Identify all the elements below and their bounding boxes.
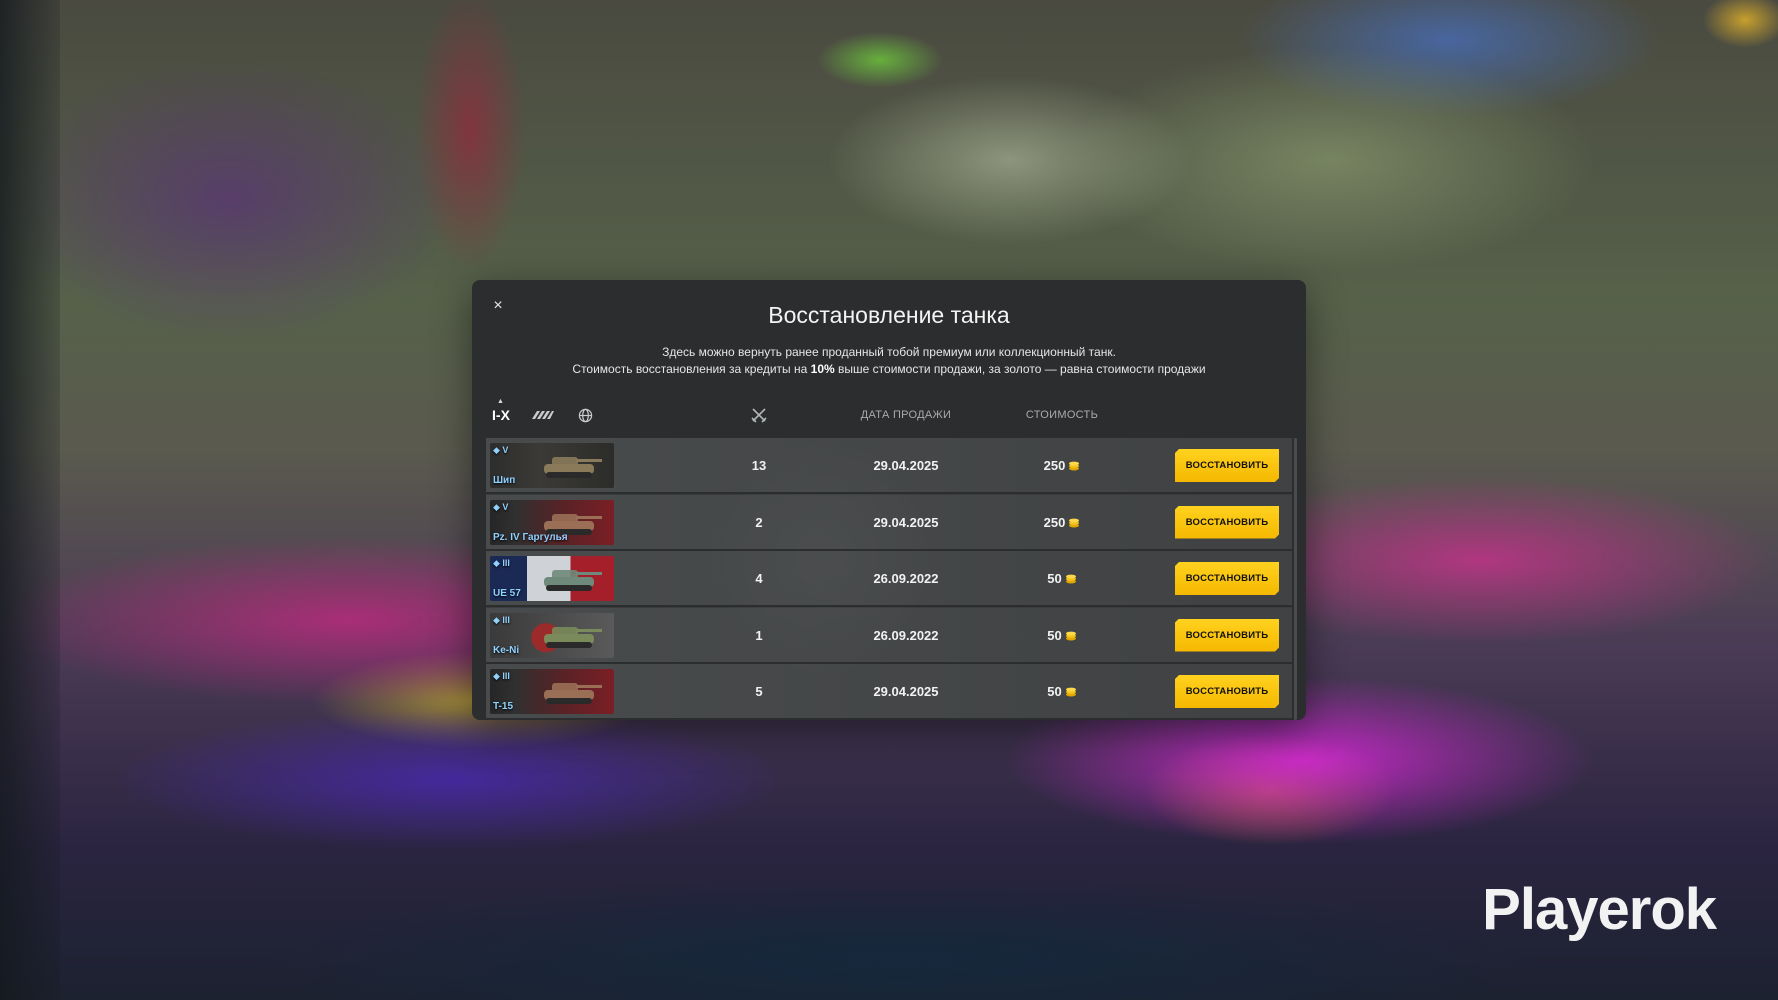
vehicle-type-icon — [532, 411, 554, 419]
tank-restore-dialog: × Восстановление танка Здесь можно верну… — [472, 280, 1306, 720]
battles-count: 1 — [755, 627, 763, 643]
description-line-2-end: выше стоимости продажи, за золото — равн… — [834, 362, 1206, 376]
battles-count: 13 — [751, 458, 767, 473]
sale-date: 29.04.2025 — [873, 514, 939, 530]
tank-image — [544, 683, 602, 704]
tier-marker-icon: ◆ — [493, 558, 503, 568]
table-row: ◆ III Ke-Ni 1 26.09.2022 50 ВОССТАНОВИТЬ — [486, 607, 1292, 664]
tank-list: ◆ V Шип 13 29.04.2025 250 ВОССТАНОВИТЬ ◆… — [486, 438, 1292, 720]
column-header-cost[interactable]: СТОИМОСТЬ — [1012, 409, 1112, 421]
restore-cost-value: 250 — [1043, 458, 1066, 473]
filter-tier-button[interactable]: ▲ I-X — [486, 398, 516, 426]
crossed-swords-icon[interactable] — [750, 406, 768, 424]
restore-cost: 50 — [1012, 628, 1112, 643]
blurred-sidebar — [0, 0, 60, 1000]
description-line-1: Здесь можно вернуть ранее проданный тобо… — [662, 345, 1116, 359]
filter-nation-button[interactable] — [570, 404, 600, 426]
sale-date: 26.09.2022 — [873, 627, 939, 643]
tank-card[interactable]: ◆ III Ke-Ni — [490, 612, 614, 658]
sale-date: 26.09.2022 — [873, 571, 939, 586]
description-line-2: Стоимость восстановления за кредиты на 1… — [472, 361, 1306, 378]
tank-tier: ◆ V — [493, 502, 508, 513]
restore-cost: 250 — [1012, 458, 1112, 473]
tank-tier: ◆ III — [493, 558, 510, 569]
gold-icon — [1069, 461, 1080, 471]
table-header: ▲ I-X ДАТА ПРОДАЖИ СТОИМОСТЬ — [486, 398, 1292, 430]
description-percent: 10% — [810, 362, 835, 376]
tank-tier-value: III — [502, 614, 510, 625]
tank-card[interactable]: ◆ III UE 57 — [490, 556, 614, 601]
tank-tier-value: III — [502, 558, 510, 568]
restore-button[interactable]: ВОССТАНОВИТЬ — [1175, 675, 1279, 708]
tank-card[interactable]: ◆ III T-15 — [490, 669, 614, 714]
battles-count: 5 — [755, 684, 763, 699]
tank-name: Шип — [493, 475, 516, 486]
sort-caret-icon: ▲ — [497, 398, 504, 405]
restore-button[interactable]: ВОССТАНОВИТЬ — [1175, 506, 1279, 539]
column-header-sale-date[interactable]: ДАТА ПРОДАЖИ — [846, 409, 966, 421]
tier-marker-icon: ◆ — [493, 614, 503, 625]
battles-count: 4 — [755, 571, 763, 586]
tank-tier: ◆ III — [493, 615, 510, 626]
restore-cost-value: 50 — [1047, 571, 1062, 586]
tank-card[interactable]: ◆ V Шип — [490, 443, 614, 488]
sale-date: 29.04.2025 — [873, 684, 939, 699]
tank-tier-value: V — [502, 501, 509, 512]
tank-tier-value: V — [502, 445, 509, 455]
description-line-2-start: Стоимость восстановления за кредиты на — [572, 362, 811, 376]
restore-button[interactable]: ВОССТАНОВИТЬ — [1175, 562, 1279, 595]
tank-tier: ◆ V — [493, 445, 508, 456]
table-row: ◆ V Pz. IV Гаргулья 2 29.04.2025 250 ВОС… — [486, 494, 1292, 551]
tier-marker-icon: ◆ — [493, 671, 503, 681]
tank-tier-value: III — [502, 671, 510, 681]
gold-icon — [1069, 518, 1080, 527]
filter-tier-label: I-X — [492, 407, 510, 423]
tank-card[interactable]: ◆ V Pz. IV Гаргулья — [490, 499, 614, 545]
restore-cost-value: 50 — [1047, 627, 1062, 643]
restore-cost-value: 250 — [1043, 514, 1066, 530]
restore-button[interactable]: ВОССТАНОВИТЬ — [1175, 619, 1279, 652]
dialog-description: Здесь можно вернуть ранее проданный тобо… — [472, 344, 1306, 378]
tank-tier: ◆ III — [493, 671, 510, 682]
restore-cost: 50 — [1012, 571, 1112, 586]
restore-cost: 50 — [1012, 684, 1112, 699]
sale-date: 29.04.2025 — [873, 458, 939, 473]
restore-cost: 250 — [1012, 515, 1112, 530]
table-row: ◆ V Шип 13 29.04.2025 250 ВОССТАНОВИТЬ — [486, 438, 1292, 494]
tank-name: Ke-Ni — [493, 644, 520, 656]
restore-button[interactable]: ВОССТАНОВИТЬ — [1175, 449, 1279, 482]
dialog-title: Восстановление танка — [768, 302, 1010, 328]
gold-icon — [1065, 574, 1076, 584]
gold-icon — [1065, 631, 1076, 640]
table-row: ◆ III UE 57 4 26.09.2022 50 ВОССТАНОВИТЬ — [486, 551, 1292, 607]
gold-icon — [1065, 687, 1076, 697]
tank-image — [544, 626, 602, 648]
globe-icon — [578, 408, 592, 422]
tank-image — [544, 457, 602, 478]
tank-image — [544, 570, 602, 591]
battles-count: 2 — [755, 514, 763, 530]
watermark-logo: Playerok — [1482, 877, 1717, 942]
tier-marker-icon: ◆ — [493, 445, 503, 455]
table-row: ◆ III T-15 5 29.04.2025 50 ВОССТАНОВИТЬ — [486, 664, 1292, 720]
tank-name: Pz. IV Гаргулья — [493, 531, 568, 543]
scrollbar[interactable] — [1294, 438, 1297, 720]
tank-name: T-15 — [493, 701, 514, 712]
restore-cost-value: 50 — [1047, 684, 1062, 699]
tank-name: UE 57 — [493, 588, 521, 599]
filter-vehicle-type-button[interactable] — [528, 404, 558, 426]
tier-marker-icon: ◆ — [493, 501, 503, 512]
